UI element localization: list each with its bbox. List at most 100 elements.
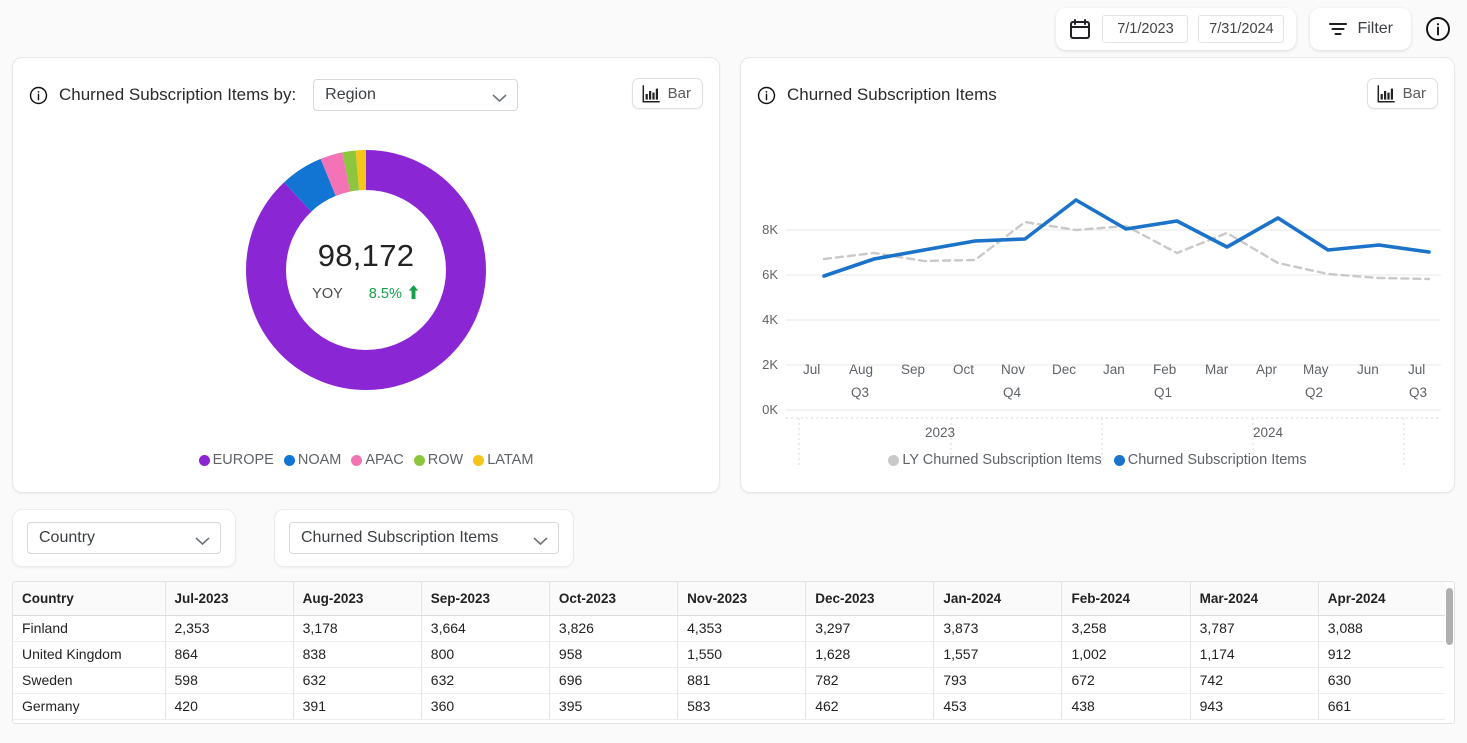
x-tick: Nov bbox=[1001, 362, 1026, 377]
table-column-header[interactable]: Country bbox=[13, 582, 166, 616]
x-year: 2024 bbox=[1253, 425, 1284, 440]
x-quarter: Q3 bbox=[851, 385, 870, 400]
x-tick: Apr bbox=[1256, 362, 1278, 377]
x-tick: May bbox=[1303, 362, 1329, 377]
table-row[interactable]: Finland 2,353 3,178 3,664 3,826 4,353 3,… bbox=[13, 615, 1448, 642]
legend-label: NOAM bbox=[297, 452, 342, 468]
table-column-header[interactable]: Jul-2023 bbox=[165, 582, 294, 616]
line-chart-type-label: Bar bbox=[1402, 85, 1426, 102]
info-icon[interactable] bbox=[1425, 16, 1451, 42]
table-cell: 632 bbox=[421, 667, 550, 694]
x-tick: Dec bbox=[1052, 362, 1077, 377]
table-cell: 3,178 bbox=[293, 615, 422, 642]
svg-text:6K: 6K bbox=[762, 267, 778, 282]
table-column-header[interactable]: Jan-2024 bbox=[933, 582, 1063, 616]
table-cell: 672 bbox=[1061, 667, 1191, 694]
legend-item[interactable]: APAC bbox=[351, 452, 404, 468]
donut-chart[interactable]: 98,172 YOY 8.5% bbox=[13, 120, 719, 420]
metric-select-card: Churned Subscription Items bbox=[274, 509, 574, 567]
table-cell: 838 bbox=[293, 641, 422, 668]
donut-legend: EUROPE NOAM APAC ROW LATAM bbox=[13, 452, 719, 468]
table-scrollbar[interactable] bbox=[1445, 582, 1454, 723]
legend-swatch bbox=[283, 454, 295, 466]
line-chart-type-button[interactable]: Bar bbox=[1366, 78, 1438, 109]
table-cell: 1,550 bbox=[677, 641, 807, 668]
donut-chart-type-label: Bar bbox=[667, 85, 691, 102]
dimension-select[interactable]: Region bbox=[313, 79, 519, 111]
table-cell: 864 bbox=[165, 641, 294, 668]
donut-svg bbox=[246, 150, 486, 390]
calendar-icon[interactable] bbox=[1068, 17, 1092, 41]
legend-item[interactable]: ROW bbox=[413, 452, 463, 468]
x-quarter: Q1 bbox=[1154, 385, 1173, 400]
line-chart-card: Churned Subscription Items Bar 0K 2K 4K … bbox=[740, 57, 1455, 493]
date-from-input[interactable]: 7/1/2023 bbox=[1102, 14, 1189, 43]
table-column-header[interactable]: Sep-2023 bbox=[421, 582, 550, 616]
donut-chart-card: Churned Subscription Items by: Region Ba… bbox=[12, 57, 720, 493]
country-select-card: Country bbox=[12, 509, 236, 567]
table-cell: 3,787 bbox=[1190, 615, 1319, 642]
table-scrollbar-thumb[interactable] bbox=[1446, 588, 1453, 645]
table-cell: 782 bbox=[805, 667, 935, 694]
x-quarter: Q3 bbox=[1409, 385, 1428, 400]
table-cell: 391 bbox=[293, 693, 422, 720]
donut-chart-type-button[interactable]: Bar bbox=[631, 78, 703, 109]
legend-swatch bbox=[198, 454, 210, 466]
table-cell: 453 bbox=[933, 693, 1063, 720]
legend-swatch bbox=[351, 454, 363, 466]
table-cell: 800 bbox=[421, 641, 550, 668]
table-cell: 632 bbox=[293, 667, 422, 694]
legend-swatch bbox=[473, 454, 485, 466]
info-icon[interactable] bbox=[29, 86, 48, 105]
x-tick: Jan bbox=[1103, 362, 1125, 377]
legend-item[interactable]: NOAM bbox=[283, 452, 342, 468]
table-cell: 1,002 bbox=[1061, 641, 1191, 668]
country-select-value: Country bbox=[39, 529, 96, 546]
x-tick: Sep bbox=[901, 362, 926, 377]
table-cell: 4,353 bbox=[677, 615, 807, 642]
donut-slice-europe bbox=[246, 150, 486, 390]
table-cell: Finland bbox=[13, 615, 166, 642]
x-axis-month-labels: Jul Aug Sep Oct Nov Dec Jan Feb Mar Apr … bbox=[741, 353, 1456, 440]
legend-label: Churned Subscription Items bbox=[1127, 452, 1307, 468]
metric-select[interactable]: Churned Subscription Items bbox=[289, 522, 559, 554]
table-row[interactable]: United Kingdom 864 838 800 958 1,550 1,6… bbox=[13, 641, 1448, 668]
table-cell: 395 bbox=[549, 693, 679, 720]
table-column-header[interactable]: Dec-2023 bbox=[805, 582, 935, 616]
table-column-header[interactable]: Feb-2024 bbox=[1061, 582, 1191, 616]
x-quarter: Q4 bbox=[1003, 385, 1022, 400]
x-tick: Jul bbox=[803, 362, 821, 377]
chevron-down-icon bbox=[532, 533, 549, 546]
filter-icon bbox=[1328, 19, 1348, 39]
table-cell: Sweden bbox=[13, 667, 166, 694]
table-cell: United Kingdom bbox=[13, 641, 166, 668]
data-table: Country Jul-2023 Aug-2023 Sep-2023 Oct-2… bbox=[13, 582, 1448, 720]
table-cell: 3,297 bbox=[805, 615, 935, 642]
table-column-header[interactable]: Oct-2023 bbox=[549, 582, 679, 616]
series-current-line bbox=[822, 198, 1431, 278]
legend-item[interactable]: EUROPE bbox=[198, 452, 274, 468]
table-cell: 958 bbox=[549, 641, 679, 668]
legend-item[interactable]: LY Churned Subscription Items bbox=[888, 452, 1102, 468]
country-select[interactable]: Country bbox=[27, 522, 221, 554]
legend-label: EUROPE bbox=[212, 452, 274, 468]
table-column-header[interactable]: Mar-2024 bbox=[1190, 582, 1319, 616]
table-cell: 438 bbox=[1061, 693, 1191, 720]
table-column-header[interactable]: Apr-2024 bbox=[1318, 582, 1448, 616]
legend-item[interactable]: LATAM bbox=[473, 452, 533, 468]
line-chart[interactable]: 0K 2K 4K 6K 8K Jul Aug Sep Oct Nov Dec J… bbox=[741, 118, 1456, 468]
x-tick: Oct bbox=[953, 362, 975, 377]
table-column-header[interactable]: Nov-2023 bbox=[677, 582, 807, 616]
legend-swatch bbox=[888, 454, 900, 466]
table-row[interactable]: Germany 420 391 360 395 583 462 453 438 … bbox=[13, 693, 1448, 720]
svg-text:8K: 8K bbox=[762, 222, 778, 237]
legend-item[interactable]: Churned Subscription Items bbox=[1113, 452, 1307, 468]
legend-label: APAC bbox=[365, 452, 404, 468]
table-cell: 793 bbox=[933, 667, 1063, 694]
filter-button[interactable]: Filter bbox=[1310, 7, 1411, 50]
table-cell: 598 bbox=[165, 667, 294, 694]
date-to-input[interactable]: 7/31/2024 bbox=[1198, 14, 1285, 43]
info-icon[interactable] bbox=[757, 86, 776, 105]
table-column-header[interactable]: Aug-2023 bbox=[293, 582, 422, 616]
table-row[interactable]: Sweden 598 632 632 696 881 782 793 672 7… bbox=[13, 667, 1448, 694]
